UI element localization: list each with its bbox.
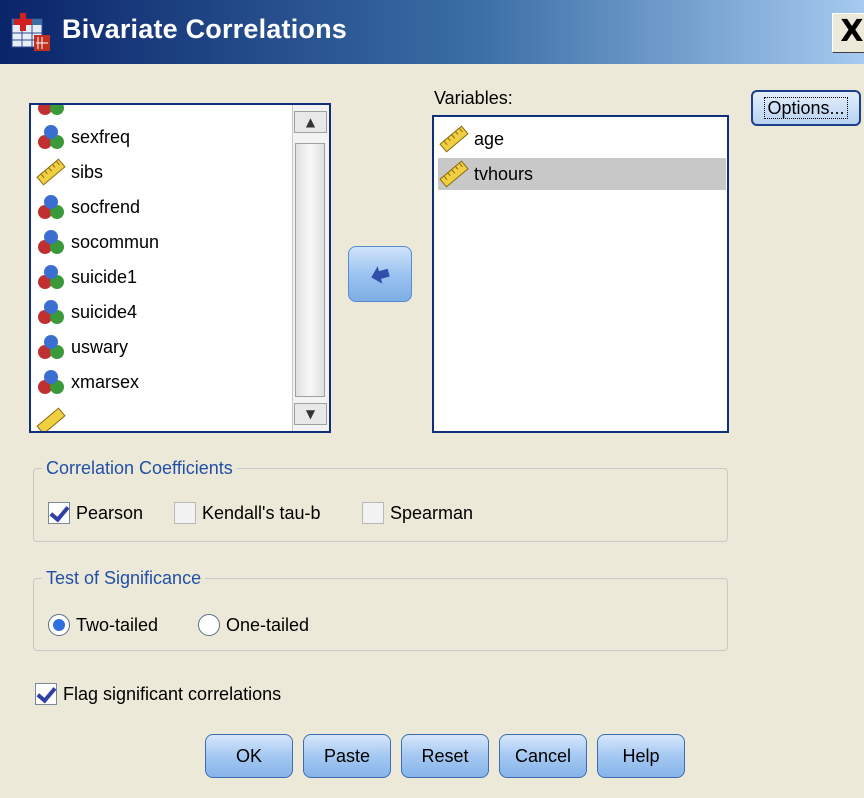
nominal-variable-icon bbox=[38, 195, 64, 219]
paste-button[interactable]: Paste bbox=[303, 734, 391, 778]
radio-selected[interactable] bbox=[48, 614, 70, 636]
variable-name: socfrend bbox=[71, 196, 141, 217]
checkbox-label: Flag significant correlations bbox=[63, 683, 282, 704]
list-item-suicide1[interactable]: suicide1 bbox=[35, 261, 137, 293]
nominal-variable-icon bbox=[38, 300, 64, 324]
nominal-variable-icon bbox=[38, 265, 64, 289]
scale-variable-icon bbox=[439, 160, 469, 188]
radio-unselected[interactable] bbox=[198, 614, 220, 636]
kendall-checkbox[interactable]: Kendall's tau-b bbox=[174, 502, 321, 524]
nominal-variable-icon bbox=[38, 105, 64, 115]
group-legend: Correlation Coefficients bbox=[46, 458, 233, 478]
variable-name: suicide1 bbox=[71, 266, 138, 287]
scroll-up-button[interactable]: ▲ bbox=[294, 111, 327, 133]
scale-variable-icon bbox=[439, 125, 469, 153]
variable-name: age bbox=[474, 128, 505, 149]
variable-name: sibs bbox=[71, 161, 104, 182]
scroll-thumb[interactable] bbox=[295, 143, 325, 397]
nominal-variable-icon bbox=[38, 125, 64, 149]
group-legend: Test of Significance bbox=[46, 568, 202, 588]
variable-name: socommun bbox=[71, 231, 160, 252]
checkbox-checked[interactable] bbox=[35, 683, 57, 705]
options-button[interactable]: Options... bbox=[751, 90, 861, 126]
nominal-variable-icon bbox=[38, 370, 64, 394]
list-item-socommun[interactable]: socommun bbox=[35, 226, 159, 258]
scale-variable-icon bbox=[36, 407, 66, 431]
arrow-left-icon bbox=[371, 266, 390, 284]
variable-name: sexfreq bbox=[71, 126, 131, 147]
correlation-coefficients-group: Correlation Coefficients bbox=[33, 458, 728, 542]
vertical-scrollbar[interactable]: ▲ ▼ bbox=[292, 105, 329, 431]
checkbox-label: Pearson bbox=[76, 502, 144, 523]
spss-app-icon bbox=[11, 13, 50, 51]
scroll-down-button[interactable]: ▼ bbox=[294, 403, 327, 425]
list-item-sexfreq[interactable]: sexfreq bbox=[35, 121, 130, 153]
one-tailed-radio[interactable]: One-tailed bbox=[198, 614, 309, 636]
options-button-label: Options... bbox=[764, 97, 848, 119]
move-variable-button[interactable] bbox=[348, 246, 412, 302]
checkbox-unchecked[interactable] bbox=[362, 502, 384, 524]
close-button[interactable]: X bbox=[832, 13, 864, 53]
list-item-age[interactable]: age bbox=[438, 123, 722, 155]
variable-name: xmarsex bbox=[71, 371, 140, 392]
source-variable-list[interactable]: sexfreq sibs socfrend socommun suicide1 … bbox=[29, 103, 331, 433]
variables-label: Variables: bbox=[434, 88, 513, 108]
radio-label: Two-tailed bbox=[76, 614, 159, 635]
list-item-xmarsex[interactable]: xmarsex bbox=[35, 366, 139, 398]
list-item-socfrend[interactable]: socfrend bbox=[35, 191, 140, 223]
list-item-sibs[interactable]: sibs bbox=[35, 156, 103, 188]
test-of-significance-group: Test of Significance bbox=[33, 568, 728, 651]
help-button[interactable]: Help bbox=[597, 734, 685, 778]
ok-button[interactable]: OK bbox=[205, 734, 293, 778]
checkbox-checked[interactable] bbox=[48, 502, 70, 524]
two-tailed-radio[interactable]: Two-tailed bbox=[48, 614, 158, 636]
checkbox-label: Spearman bbox=[390, 502, 474, 523]
variables-list[interactable]: age tvhours bbox=[432, 115, 729, 433]
variable-name: suicide4 bbox=[71, 301, 138, 322]
list-item-uswary[interactable]: uswary bbox=[35, 331, 128, 363]
scale-variable-icon bbox=[36, 158, 66, 186]
variable-name: tvhours bbox=[474, 163, 534, 184]
spearman-checkbox[interactable]: Spearman bbox=[362, 502, 473, 524]
nominal-variable-icon bbox=[38, 230, 64, 254]
checkbox-unchecked[interactable] bbox=[174, 502, 196, 524]
checkbox-label: Kendall's tau-b bbox=[202, 502, 321, 523]
pearson-checkbox[interactable]: Pearson bbox=[48, 502, 143, 524]
radio-label: One-tailed bbox=[226, 614, 310, 635]
reset-button[interactable]: Reset bbox=[401, 734, 489, 778]
nominal-variable-icon bbox=[38, 335, 64, 359]
flag-significant-checkbox[interactable]: Flag significant correlations bbox=[35, 683, 281, 705]
title-bar[interactable]: Bivariate Correlations X bbox=[0, 0, 864, 64]
list-item-partial-bottom bbox=[35, 405, 71, 431]
list-item-partial-top bbox=[35, 105, 71, 119]
dialog-title: Bivariate Correlations bbox=[62, 14, 347, 44]
cancel-button[interactable]: Cancel bbox=[499, 734, 587, 778]
list-item-tvhours[interactable]: tvhours bbox=[438, 158, 726, 190]
list-item-suicide4[interactable]: suicide4 bbox=[35, 296, 137, 328]
variable-name: uswary bbox=[71, 336, 129, 357]
